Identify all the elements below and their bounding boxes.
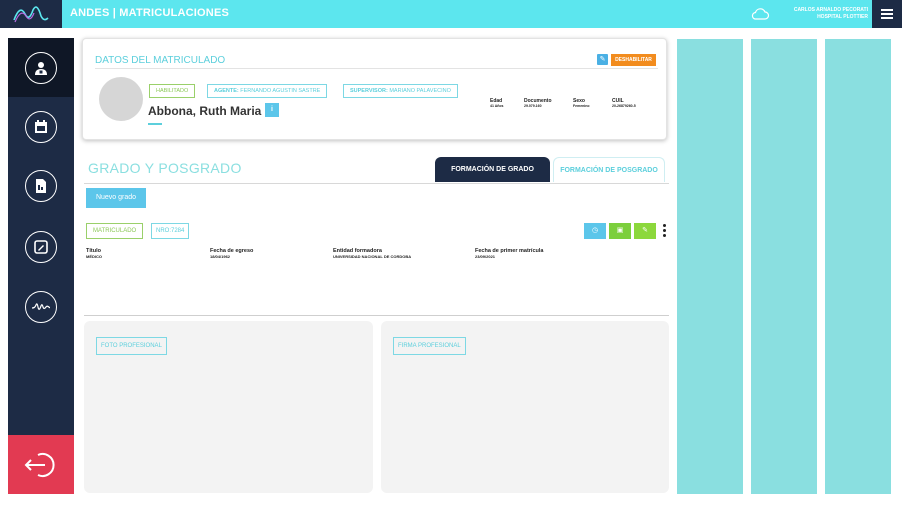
field-entidad-formadora: Entidad formadora UNIVERSIDAD NACIONAL D…	[333, 248, 411, 260]
field-primer-matricula: Fecha de primer matrícula 23/09/2021	[475, 248, 543, 260]
field-value: MÉDICO	[86, 254, 102, 259]
field-value: UNIVERSIDAD NACIONAL DE CORDOBA	[333, 254, 412, 259]
divider	[95, 68, 658, 69]
divider	[84, 315, 669, 316]
andes-logo-icon	[13, 6, 49, 23]
cloud-icon[interactable]	[750, 6, 770, 22]
professional-name: Abbona, Ruth Maria	[148, 104, 262, 118]
edit-profile-button[interactable]: ✎	[597, 54, 608, 65]
history-button[interactable]: ◷	[584, 223, 606, 239]
pencil-icon: ✎	[599, 56, 606, 63]
foto-profesional-button[interactable]: FOTO PROFESIONAL	[96, 337, 167, 355]
info-button[interactable]: i	[265, 103, 279, 117]
sidebar-item-profile[interactable]	[8, 38, 74, 97]
user-name: CARLOS ARNALDO PECORATI	[793, 7, 868, 13]
stat-value: 41 Años	[490, 104, 504, 108]
firma-profesional-panel: FIRMA PROFESIONAL	[381, 321, 669, 493]
top-bar: ANDES | MATRICULACIONES CARLOS ARNALDO P…	[0, 0, 902, 28]
logout-button[interactable]	[8, 435, 74, 494]
new-grado-button[interactable]: Nuevo grado	[86, 188, 146, 208]
more-options-icon[interactable]	[663, 224, 667, 238]
firma-profesional-button[interactable]: FIRMA PROFESIONAL	[393, 337, 466, 355]
stat-sexo: Sexo Femenino	[573, 99, 590, 109]
section-title: GRADO Y POSGRADO	[88, 160, 242, 176]
sidebar-item-calendar[interactable]	[8, 98, 74, 156]
user-info: CARLOS ARNALDO PECORATI HOSPITAL PLOTTIE…	[794, 7, 868, 21]
card-button[interactable]: ▣	[609, 223, 631, 239]
document-icon	[36, 179, 46, 193]
clock-icon: ◷	[591, 227, 599, 234]
agent-label: AGENTE:	[214, 88, 239, 94]
app-logo[interactable]	[0, 0, 62, 28]
logout-icon	[24, 452, 55, 477]
app-title: ANDES | MATRICULACIONES	[70, 7, 230, 19]
menu-button[interactable]	[872, 0, 902, 28]
calendar-icon	[35, 120, 47, 133]
edit-icon	[34, 240, 48, 254]
divider	[84, 183, 669, 184]
sidebar-item-monitoring[interactable]	[8, 278, 74, 336]
card-title: DATOS DEL MATRICULADO	[95, 55, 226, 66]
pulse-icon	[32, 303, 50, 310]
stat-value: Femenino	[573, 104, 590, 108]
stat-edad: Edad 41 Años	[490, 99, 504, 109]
name-underline	[148, 123, 162, 125]
foto-profesional-panel: FOTO PROFESIONAL	[84, 321, 373, 493]
supervisor-value: MARIANO PALAVECINO	[389, 88, 451, 94]
sidebar	[8, 38, 74, 494]
nro-badge: NRO:7284	[151, 223, 190, 239]
hamburger-icon	[881, 9, 893, 19]
edit-grado-button[interactable]: ✎	[634, 223, 656, 239]
stat-value: 20-26879260-5	[612, 104, 636, 108]
supervisor-label: SUPERVISOR:	[350, 88, 388, 94]
right-panel-1	[677, 39, 743, 494]
tab-formacion-grado[interactable]: FORMACIÓN DE GRADO	[435, 157, 550, 182]
field-titulo: Título MÉDICO	[86, 248, 102, 260]
field-fecha-egreso: Fecha de egreso 18/04/1962	[210, 248, 253, 260]
tab-formacion-posgrado[interactable]: FORMACIÓN DE POSGRADO	[553, 157, 665, 182]
sidebar-item-edit[interactable]	[8, 218, 74, 276]
matriculado-badge: MATRICULADO	[86, 223, 144, 239]
supervisor-tag: SUPERVISOR: MARIANO PALAVECINO	[343, 84, 458, 98]
user-organization: HOSPITAL PLOTTIER	[817, 14, 868, 20]
credential-icon: ▣	[616, 227, 624, 234]
status-badge: HABILITADO	[149, 84, 196, 98]
pencil-icon: ✎	[642, 227, 648, 234]
field-value: 23/09/2021	[475, 254, 496, 259]
avatar	[99, 77, 143, 121]
stat-cuil: CUIL 20-26879260-5	[612, 99, 636, 109]
stat-documento: Documento 29.079.160	[524, 99, 552, 109]
stat-value: 29.079.160	[524, 104, 542, 108]
agent-value: FERNANDO AGUSTIN SASTRE	[240, 88, 321, 94]
profile-card: DATOS DEL MATRICULADO ✎ DESHABILITAR HAB…	[82, 38, 667, 140]
user-badge-icon	[35, 61, 47, 75]
right-panel-3	[825, 39, 891, 494]
right-panel-2	[751, 39, 817, 494]
field-value: 18/04/1962	[210, 254, 231, 259]
disable-button[interactable]: DESHABILITAR	[611, 54, 656, 66]
sidebar-item-documents[interactable]	[8, 157, 74, 215]
agent-tag: AGENTE: FERNANDO AGUSTIN SASTRE	[207, 84, 328, 98]
